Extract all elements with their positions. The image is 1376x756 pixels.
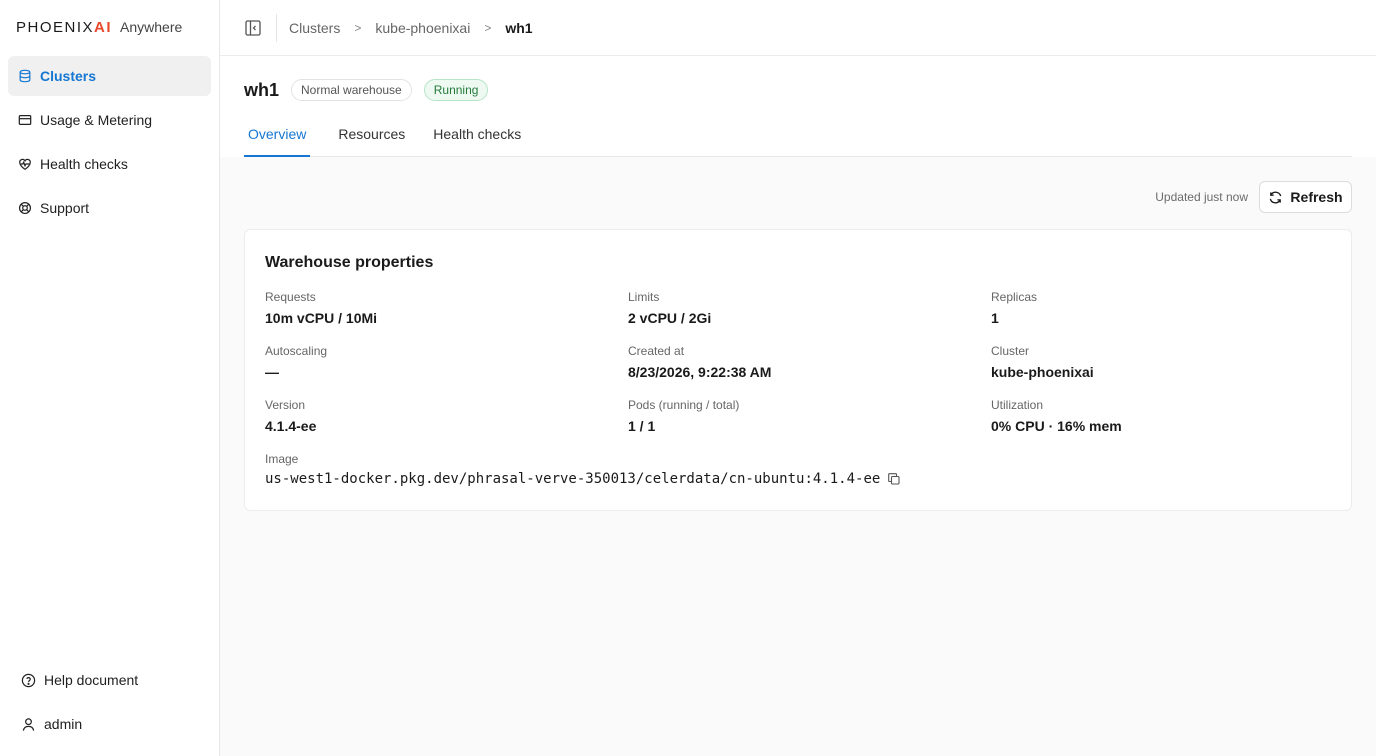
chevron-right-icon: > xyxy=(354,20,362,35)
sidebar-footer: Help document admin xyxy=(12,658,212,746)
properties-grid: Requests 10m vCPU / 10Mi Limits 2 vCPU /… xyxy=(265,290,1355,437)
prop-value: 2 vCPU / 2Gi xyxy=(628,310,712,326)
breadcrumb-cluster[interactable]: kube-phoenixai xyxy=(375,20,470,36)
help-circle-icon xyxy=(20,672,36,688)
user-icon xyxy=(20,716,36,732)
tab-overview[interactable]: Overview xyxy=(244,112,311,157)
prop-label: Autoscaling xyxy=(265,344,328,358)
sidebar-collapse-button[interactable] xyxy=(244,19,262,37)
image-value: us-west1-docker.pkg.dev/phrasal-verve-35… xyxy=(265,471,881,487)
prop-requests: Requests 10m vCPU / 10Mi xyxy=(265,290,628,329)
logo-subtitle: Anywhere xyxy=(120,19,183,35)
warehouse-properties-card: Warehouse properties Requests 10m vCPU /… xyxy=(244,229,1352,511)
copy-icon[interactable] xyxy=(887,472,901,486)
lifebuoy-icon xyxy=(17,201,32,216)
prop-value: 1 / 1 xyxy=(628,418,656,434)
user-menu[interactable]: admin xyxy=(12,702,212,746)
prop-label: Limits xyxy=(628,290,660,304)
tab-resources[interactable]: Resources xyxy=(338,112,405,156)
updated-status: Updated just now xyxy=(1155,190,1248,204)
prop-label: Version xyxy=(265,398,306,412)
prop-limits: Limits 2 vCPU / 2Gi xyxy=(628,290,991,329)
prop-cluster: Cluster kube-phoenixai xyxy=(991,344,1355,383)
sidebar-item-usage[interactable]: Usage & Metering xyxy=(8,100,211,140)
card-icon xyxy=(17,113,32,128)
prop-value: 10m vCPU / 10Mi xyxy=(265,310,378,326)
prop-label: Created at xyxy=(628,344,685,358)
help-document-link[interactable]: Help document xyxy=(12,658,212,702)
prop-label: Requests xyxy=(265,290,316,304)
image-row: us-west1-docker.pkg.dev/phrasal-verve-35… xyxy=(265,471,901,487)
main-content: Updated just now Refresh Warehouse prope… xyxy=(220,157,1376,756)
prop-value: 8/23/2026, 9:22:38 AM xyxy=(628,364,772,380)
prop-utilization: Utilization 0% CPU · 16% mem xyxy=(991,398,1355,437)
prop-label: Utilization xyxy=(991,398,1044,412)
status-badge: Running xyxy=(423,79,489,101)
refresh-button[interactable]: Refresh xyxy=(1259,181,1352,213)
logo-wordmark: PHOENIXAI xyxy=(16,18,113,36)
sidebar-item-support[interactable]: Support xyxy=(8,188,211,228)
prop-value: — xyxy=(265,364,279,380)
prop-image: Image us-west1-docker.pkg.dev/phrasal-ve… xyxy=(265,452,901,487)
sidebar-item-label: Support xyxy=(40,200,90,216)
panel-left-icon xyxy=(245,20,261,36)
prop-replicas: Replicas 1 xyxy=(991,290,1355,329)
prop-value: kube-phoenixai xyxy=(991,364,1094,380)
prop-pods: Pods (running / total) 1 / 1 xyxy=(628,398,991,437)
tab-health-checks[interactable]: Health checks xyxy=(433,112,521,156)
breadcrumb-current: wh1 xyxy=(505,19,533,36)
user-name: admin xyxy=(44,716,83,732)
sidebar-item-clusters[interactable]: Clusters xyxy=(8,56,211,96)
prop-label: Cluster xyxy=(991,344,1030,358)
heart-pulse-icon xyxy=(17,157,32,172)
sidebar-item-health-checks[interactable]: Health checks xyxy=(8,144,211,184)
title-row: wh1 Normal warehouse Running xyxy=(244,78,500,102)
sidebar-item-label: Clusters xyxy=(40,68,97,84)
top-bar: Clusters > kube-phoenixai > wh1 xyxy=(220,0,1376,56)
sidebar-item-label: Usage & Metering xyxy=(40,112,153,128)
warehouse-type-badge: Normal warehouse xyxy=(291,79,412,101)
page-header: wh1 Normal warehouse Running Overview Re… xyxy=(220,56,1376,157)
breadcrumb: Clusters > kube-phoenixai > wh1 xyxy=(289,0,533,55)
refresh-icon xyxy=(1270,191,1282,203)
sidebar-nav: Clusters Usage & Metering Health checks … xyxy=(8,56,211,232)
prop-label: Replicas xyxy=(991,290,1038,304)
sidebar-item-label: Health checks xyxy=(40,156,128,172)
prop-version: Version 4.1.4-ee xyxy=(265,398,628,437)
prop-label: Pods (running / total) xyxy=(628,398,740,412)
prop-created-at: Created at 8/23/2026, 9:22:38 AM xyxy=(628,344,991,383)
breadcrumb-clusters[interactable]: Clusters xyxy=(289,20,340,36)
toolbar-divider xyxy=(276,14,277,42)
sidebar: PHOENIXAI Anywhere Clusters Usage & Mete… xyxy=(0,0,220,756)
prop-autoscaling: Autoscaling — xyxy=(265,344,628,383)
database-icon xyxy=(17,69,32,84)
chevron-right-icon: > xyxy=(484,20,492,35)
prop-value: 4.1.4-ee xyxy=(265,418,317,434)
tab-bar: Overview Resources Health checks xyxy=(244,112,1352,157)
app-logo[interactable]: PHOENIXAI Anywhere xyxy=(16,17,182,37)
prop-value: 0% CPU · 16% mem xyxy=(991,418,1122,434)
prop-value: 1 xyxy=(991,310,999,326)
prop-label: Image xyxy=(265,452,299,466)
card-title: Warehouse properties xyxy=(265,254,434,271)
page-title: wh1 xyxy=(244,79,280,100)
refresh-label: Refresh xyxy=(1290,189,1343,205)
help-document-label: Help document xyxy=(44,672,139,688)
